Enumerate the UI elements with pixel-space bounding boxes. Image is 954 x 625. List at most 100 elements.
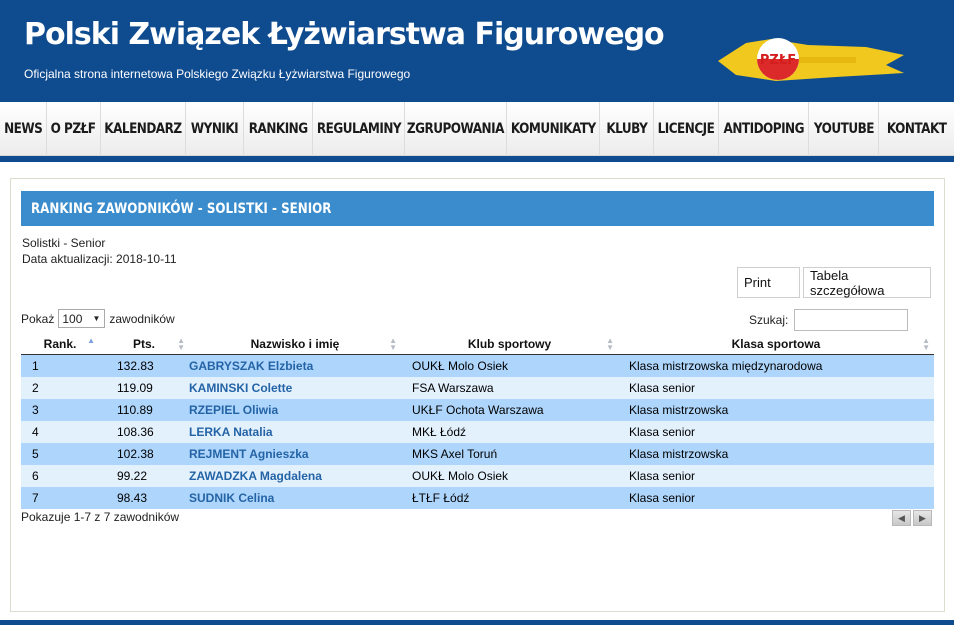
athlete-name-link[interactable]: LERKA Natalia: [189, 425, 401, 439]
points-cell: 98.43: [117, 491, 148, 505]
sort-icon: ▲ ▼: [177, 336, 185, 352]
class-cell: Klasa senior: [629, 469, 696, 483]
nav-item-antidoping[interactable]: ANTIDOPING: [719, 102, 809, 156]
site-subtitle: Oficjalna strona internetowa Polskiego Z…: [24, 67, 411, 81]
nav-label: O PZŁF: [51, 121, 96, 137]
club-cell: OUKŁ Molo Osiek: [412, 359, 509, 373]
rank-cell: 6: [32, 469, 39, 483]
points-cell: 132.83: [117, 359, 154, 373]
athlete-name-link[interactable]: SUDNIK Celina: [189, 491, 401, 505]
search-label: Szukaj:: [749, 313, 789, 327]
logo-text: PZŁF: [760, 53, 796, 68]
points-cell: 99.22: [117, 469, 148, 483]
nav-item-wyniki[interactable]: WYNIKI: [186, 102, 244, 156]
points-cell: 110.89: [117, 403, 153, 417]
nav-label: RANKING: [248, 121, 308, 137]
nav-item-kalendarz[interactable]: KALENDARZ: [101, 102, 186, 156]
column-label: Klasa sportowa: [731, 336, 821, 351]
class-cell: Klasa senior: [629, 381, 696, 395]
table-row: 2 119.09 KAMINSKI Colette FSA Warszawa K…: [21, 377, 934, 399]
athlete-name-link[interactable]: KAMINSKI Colette: [189, 381, 401, 395]
table-row: 3 110.89 RZEPIEL Oliwia UKŁF Ochota Wars…: [21, 399, 934, 421]
column-header-name[interactable]: Nazwisko i imię ▲ ▼: [189, 333, 401, 354]
search-control: Szukaj:: [749, 309, 909, 331]
club-cell: OUKŁ Molo Osiek: [412, 469, 509, 483]
nav-item-kontakt[interactable]: KONTAKT: [879, 102, 954, 156]
site-title[interactable]: Polski Związek Łyżwiarstwa Figurowego: [24, 17, 665, 52]
points-cell: 119.09: [117, 381, 153, 395]
next-page-icon[interactable]: ▶: [913, 510, 932, 526]
club-cell: MKS Axel Toruń: [412, 447, 498, 461]
nav-item-kluby[interactable]: KLUBY: [600, 102, 654, 156]
athlete-name-link[interactable]: REJMENT Agnieszka: [189, 447, 401, 461]
column-header-rank[interactable]: Rank. ▲: [21, 333, 99, 354]
class-cell: Klasa mistrzowska: [629, 403, 729, 417]
nav-label: ANTIDOPING: [723, 121, 804, 137]
rank-cell: 5: [32, 447, 39, 461]
table-header: Rank. ▲ Pts. ▲ ▼ Nazwisko i imię ▲ ▼ Klub spo…: [21, 333, 934, 355]
club-cell: MKŁ Łódź: [412, 425, 467, 439]
nav-divider: [0, 156, 954, 162]
rank-cell: 4: [32, 425, 39, 439]
nav-label: NEWS: [3, 121, 43, 137]
class-cell: Klasa senior: [629, 491, 696, 505]
class-cell: Klasa mistrzowska: [629, 447, 729, 461]
pagination: ◀ ▶: [892, 510, 932, 526]
table-row: 5 102.38 REJMENT Agnieszka MKS Axel Toru…: [21, 443, 934, 465]
club-cell: FSA Warszawa: [412, 381, 494, 395]
ranking-table: Rank. ▲ Pts. ▲ ▼ Nazwisko i imię ▲ ▼ Klub spo…: [21, 333, 934, 509]
rank-cell: 7: [32, 491, 39, 505]
sort-asc-icon: ▲: [87, 336, 95, 345]
column-header-class[interactable]: Klasa sportowa ▲ ▼: [618, 333, 934, 354]
update-date: Data aktualizacji: 2018-10-11: [22, 252, 177, 266]
nav-item-licencje[interactable]: LICENCJE: [654, 102, 719, 156]
column-header-pts[interactable]: Pts. ▲ ▼: [99, 333, 189, 354]
athlete-name-link[interactable]: RZEPIEL Oliwia: [189, 403, 401, 417]
column-label: Klub sportowy: [467, 336, 552, 351]
section-title: RANKING ZAWODNIKÓW - SOLISTKI - SENIOR: [31, 200, 332, 217]
ranking-category: Solistki - Senior: [22, 236, 106, 250]
page-length-select[interactable]: 100 ▼: [58, 309, 106, 328]
nav-item-o-pzlf[interactable]: O PZŁF: [47, 102, 101, 156]
sort-icon: ▲ ▼: [922, 336, 930, 352]
nav-item-news[interactable]: NEWS: [0, 102, 47, 156]
column-label: Nazwisko i imię: [250, 336, 340, 351]
nav-label: ZGRUPOWANIA: [407, 121, 504, 137]
rank-cell: 2: [32, 381, 39, 395]
athlete-name-link[interactable]: GABRYSZAK Elzbieta: [189, 359, 401, 373]
nav-label: KONTAKT: [886, 121, 947, 137]
nav-label: KALENDARZ: [104, 121, 182, 137]
nav-item-zgrupowania[interactable]: ZGRUPOWANIA: [405, 102, 507, 156]
page-length-control: Pokaż 100 ▼ zawodników: [21, 309, 175, 328]
column-label: Rank.: [43, 336, 77, 351]
detail-table-button[interactable]: Tabela szczegółowa: [803, 267, 931, 298]
table-row: 4 108.36 LERKA Natalia MKŁ Łódź Klasa se…: [21, 421, 934, 443]
rank-cell: 3: [32, 403, 39, 417]
nav-item-ranking[interactable]: RANKING: [244, 102, 313, 156]
sort-icon: ▲ ▼: [606, 336, 614, 352]
table-row: 1 132.83 GABRYSZAK Elzbieta OUKŁ Molo Os…: [21, 355, 934, 377]
column-label: Pts.: [132, 336, 155, 351]
class-cell: Klasa mistrzowska międzynarodowa: [629, 359, 823, 373]
print-button[interactable]: Print: [737, 267, 800, 298]
search-input[interactable]: [794, 309, 909, 331]
table-row: 7 98.43 SUDNIK Celina ŁTŁF Łódź Klasa se…: [21, 487, 934, 509]
footer-stripe: [0, 620, 954, 625]
nav-label: LICENCJE: [657, 121, 715, 137]
table-row: 6 99.22 ZAWADZKA Magdalena OUKŁ Molo Osi…: [21, 465, 934, 487]
rank-cell: 1: [32, 359, 39, 373]
main-nav: NEWS O PZŁF KALENDARZ WYNIKI RANKING REG…: [0, 102, 954, 156]
section-header: RANKING ZAWODNIKÓW - SOLISTKI - SENIOR: [21, 191, 934, 226]
athlete-name-link[interactable]: ZAWADZKA Magdalena: [189, 469, 401, 483]
previous-page-icon[interactable]: ◀: [892, 510, 911, 526]
site-header: Polski Związek Łyżwiarstwa Figurowego Of…: [0, 0, 954, 102]
pzlf-logo-icon[interactable]: PZŁF: [716, 35, 906, 85]
content-panel: RANKING ZAWODNIKÓW - SOLISTKI - SENIOR S…: [10, 178, 945, 612]
nav-label: WYNIKI: [190, 121, 239, 137]
show-suffix-label: zawodników: [109, 311, 175, 326]
column-header-club[interactable]: Klub sportowy ▲ ▼: [401, 333, 618, 354]
nav-label: YOUTUBE: [813, 121, 874, 137]
nav-item-youtube[interactable]: YOUTUBE: [809, 102, 879, 156]
nav-item-regulaminy[interactable]: REGULAMINY: [313, 102, 405, 156]
nav-item-komunikaty[interactable]: KOMUNIKATY: [507, 102, 600, 156]
